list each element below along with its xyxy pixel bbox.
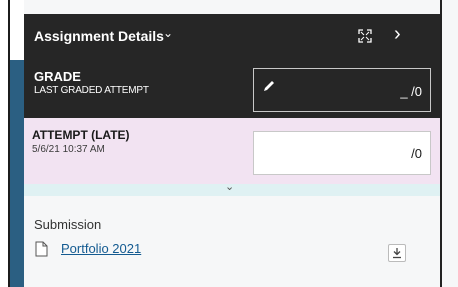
- download-button[interactable]: [388, 244, 406, 262]
- grade-input[interactable]: _ /0: [253, 68, 431, 112]
- download-icon: [393, 248, 401, 259]
- left-margin: [0, 0, 8, 287]
- assignment-details-window: Assignment Details ⌄ › GRADE LAST GRADED…: [0, 0, 458, 287]
- panel-title[interactable]: Assignment Details: [34, 28, 164, 44]
- panel-header: Assignment Details ⌄ ›: [24, 14, 440, 60]
- attempt-date: 5/6/21 10:37 AM: [32, 144, 105, 155]
- title-chevron-down-icon[interactable]: ⌄: [163, 26, 173, 40]
- chevron-down-icon[interactable]: ⌄: [225, 180, 234, 193]
- pencil-icon[interactable]: [262, 79, 276, 93]
- grade-row: GRADE LAST GRADED ATTEMPT _ /0: [24, 60, 440, 118]
- assignment-panel: Assignment Details ⌄ › GRADE LAST GRADED…: [24, 0, 458, 287]
- grade-sublabel: LAST GRADED ATTEMPT: [34, 85, 149, 96]
- collapse-toggle[interactable]: ⌄: [24, 181, 440, 196]
- grade-value: _ /0: [400, 84, 422, 99]
- document-icon: [35, 241, 48, 257]
- submission-label: Submission: [34, 217, 102, 232]
- expand-icon[interactable]: [358, 29, 372, 43]
- next-arrow-icon[interactable]: ›: [394, 24, 401, 44]
- panel-right-border: [440, 0, 442, 287]
- submission-file-link[interactable]: Portfolio 2021: [61, 241, 141, 256]
- accent-strip: [10, 60, 24, 287]
- attempt-label: ATTEMPT (LATE): [32, 128, 130, 142]
- attempt-grade-value: /0: [411, 146, 422, 161]
- grade-label: GRADE: [34, 69, 81, 84]
- attempt-grade-input[interactable]: /0: [253, 131, 431, 175]
- attempt-row: ATTEMPT (LATE) 5/6/21 10:37 AM /0: [24, 118, 440, 184]
